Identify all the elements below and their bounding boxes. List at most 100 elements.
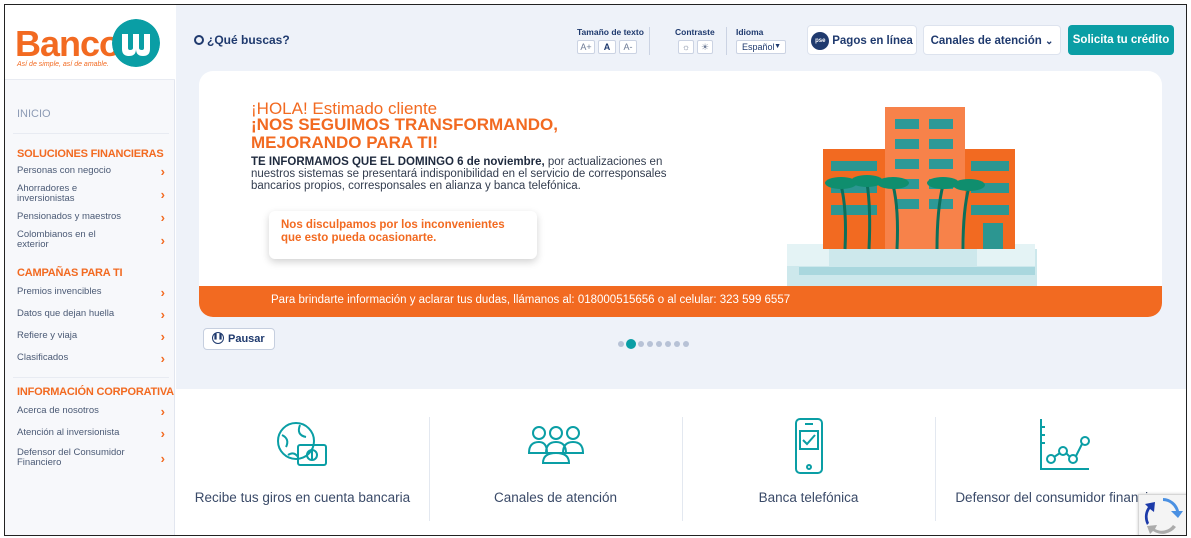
chevron-right-icon: ›	[160, 210, 165, 225]
carousel-dot[interactable]	[683, 341, 689, 347]
banner-apology-card: Nos disculpamos por los inconvenientes q…	[269, 211, 537, 259]
chevron-right-icon: ›	[160, 329, 165, 344]
services-row: Recibe tus giros en cuenta bancaria Cana…	[176, 389, 1186, 535]
chevron-right-icon: ›	[160, 285, 165, 300]
sidebar-item-label: Clasificados	[17, 352, 69, 363]
sidebar-item-label: Acerca de nosotros	[17, 405, 99, 416]
sidebar: Banco Así de simple, así de amable. INIC…	[5, 5, 175, 535]
carousel-dot[interactable]	[647, 341, 653, 347]
service-label: Recibe tus giros en cuenta bancaria	[194, 490, 411, 505]
sidebar-item-premios[interactable]: Premios invencibles ›	[17, 285, 165, 300]
search-icon	[194, 35, 204, 45]
sidebar-item-label: Premios invencibles	[17, 286, 102, 297]
sidebar-item-clasificados[interactable]: Clasificados ›	[17, 351, 165, 366]
language-label: Idioma	[736, 27, 764, 37]
text-size-increase-button[interactable]: A+	[577, 40, 595, 54]
sidebar-divider	[13, 133, 169, 134]
sidebar-item-label: Atención al inversionista	[17, 427, 120, 438]
chevron-right-icon: ›	[160, 164, 165, 179]
sidebar-item-label: Pensionados y maestros	[17, 211, 122, 222]
sidebar-section-campanas[interactable]: CAMPAÑAS PARA TI	[17, 267, 123, 279]
pause-icon: ❚❚	[212, 332, 224, 345]
sidebar-item-label: Personas con negocio	[17, 165, 112, 176]
recaptcha-badge[interactable]	[1138, 494, 1186, 535]
sidebar-item-label: Refiere y viaja	[17, 330, 78, 341]
contact-strip: Para brindarte información y aclarar tus…	[199, 286, 1162, 317]
pay-online-button[interactable]: pse Pagos en línea	[807, 25, 917, 55]
pse-icon: pse	[811, 31, 830, 50]
sidebar-section-soluciones[interactable]: SOLUCIONES FINANCIERAS	[17, 148, 164, 160]
chevron-right-icon: ›	[160, 451, 165, 466]
text-size-reset-button[interactable]: A	[598, 40, 616, 54]
service-card-giros[interactable]: Recibe tus giros en cuenta bancaria	[176, 389, 429, 535]
pause-label: Pausar	[228, 333, 265, 345]
sidebar-item-label: Colombianos en el exterior	[17, 229, 96, 250]
sidebar-item-colombianos-exterior[interactable]: Colombianos en el exterior ›	[17, 230, 165, 252]
request-credit-label: Solicita tu crédito	[1072, 34, 1170, 46]
hero-carousel: ¡HOLA! Estimado cliente ¡NOS SEGUIMOS TR…	[176, 67, 1186, 389]
sidebar-divider	[13, 377, 169, 378]
channels-label: Canales de atención	[930, 35, 1042, 47]
banner-headline: ¡NOS SEGUIMOS TRANSFORMANDO, MEJORANDO P…	[251, 115, 558, 152]
pause-carousel-button[interactable]: ❚❚ Pausar	[203, 328, 275, 350]
line-chart-icon	[1040, 419, 1090, 470]
carousel-dot[interactable]	[656, 341, 662, 347]
contrast-light-button[interactable]: ☼	[678, 40, 694, 54]
chevron-right-icon: ›	[160, 351, 165, 366]
logo[interactable]: Banco Así de simple, así de amable.	[5, 5, 175, 80]
sidebar-item-label: Datos que dejan huella	[17, 308, 115, 319]
carousel-dot[interactable]	[618, 341, 624, 347]
chevron-down-icon: ⌄	[1045, 36, 1054, 47]
sidebar-item-inicio[interactable]: INICIO	[17, 108, 51, 120]
service-label: Canales de atención	[493, 490, 618, 505]
sidebar-item-label: Ahorradores e inversionistas	[17, 183, 78, 204]
browser-viewport: Banco Así de simple, así de amable. INIC…	[4, 4, 1187, 536]
service-card-banca-telefonica[interactable]: Banca telefónica	[682, 389, 935, 535]
language-select[interactable]: Español ▼	[736, 40, 786, 54]
language-value: Español	[742, 42, 775, 52]
contact-strip-text: Para brindarte información y aclarar tus…	[271, 294, 791, 306]
carousel-dot[interactable]	[665, 341, 671, 347]
request-credit-button[interactable]: Solicita tu crédito	[1068, 25, 1174, 55]
sidebar-section-corporativa[interactable]: INFORMACIÓN CORPORATIVA	[17, 386, 174, 398]
search-label: ¿Qué buscas?	[207, 33, 290, 47]
globe-money-icon	[277, 422, 327, 466]
carousel-dot-active[interactable]	[626, 339, 636, 349]
sidebar-item-refiere-viaja[interactable]: Refiere y viaja ›	[17, 329, 165, 344]
sidebar-item-ahorradores[interactable]: Ahorradores e inversionistas ›	[17, 184, 165, 206]
sidebar-item-label: Defensor del Consumidor Financiero	[17, 447, 125, 468]
logo-tagline: Así de simple, así de amable.	[17, 61, 109, 68]
sidebar-item-datos-huella[interactable]: Datos que dejan huella ›	[17, 307, 165, 322]
sidebar-item-acerca[interactable]: Acerca de nosotros ›	[17, 405, 165, 418]
chevron-right-icon: ›	[160, 426, 165, 441]
logo-wordmark: Banco	[15, 23, 121, 64]
chevron-down-icon: ▼	[774, 43, 781, 50]
recaptcha-icon	[1144, 498, 1183, 534]
sidebar-item-pensionados[interactable]: Pensionados y maestros ›	[17, 210, 165, 225]
hero-slide[interactable]: ¡HOLA! Estimado cliente ¡NOS SEGUIMOS TR…	[199, 71, 1162, 317]
sidebar-item-atencion-inversionista[interactable]: Atención al inversionista ›	[17, 426, 165, 441]
contrast-label: Contraste	[675, 27, 715, 37]
pay-online-label: Pagos en línea	[832, 35, 913, 47]
channels-dropdown-button[interactable]: Canales de atención ⌄	[923, 25, 1061, 55]
sidebar-item-personas-negocio[interactable]: Personas con negocio ›	[17, 164, 165, 179]
chevron-right-icon: ›	[160, 307, 165, 322]
banner-body-bold: TE INFORMAMOS QUE EL DOMINGO 6 de noviem…	[251, 156, 545, 168]
smartphone-check-icon	[795, 418, 823, 474]
contrast-dark-button[interactable]: ☀	[697, 40, 713, 54]
service-card-canales[interactable]: Canales de atención	[429, 389, 682, 535]
carousel-dot[interactable]	[638, 341, 644, 347]
chevron-right-icon: ›	[160, 233, 165, 248]
people-group-icon	[527, 426, 585, 464]
chevron-right-icon: ›	[160, 187, 165, 202]
toolbar-divider	[649, 27, 650, 55]
carousel-dot[interactable]	[674, 341, 680, 347]
text-size-decrease-button[interactable]: A-	[619, 40, 637, 54]
banner-body: TE INFORMAMOS QUE EL DOMINGO 6 de noviem…	[251, 156, 701, 192]
service-label: Banca telefónica	[758, 490, 859, 505]
search-trigger[interactable]: ¿Qué buscas?	[194, 33, 290, 47]
sidebar-item-defensor[interactable]: Defensor del Consumidor Financiero ›	[17, 448, 165, 470]
toolbar-divider	[726, 27, 727, 55]
top-bar: ¿Qué buscas? Tamaño de texto A+ A A- Con…	[176, 5, 1186, 67]
logo-w-mark	[112, 19, 160, 67]
